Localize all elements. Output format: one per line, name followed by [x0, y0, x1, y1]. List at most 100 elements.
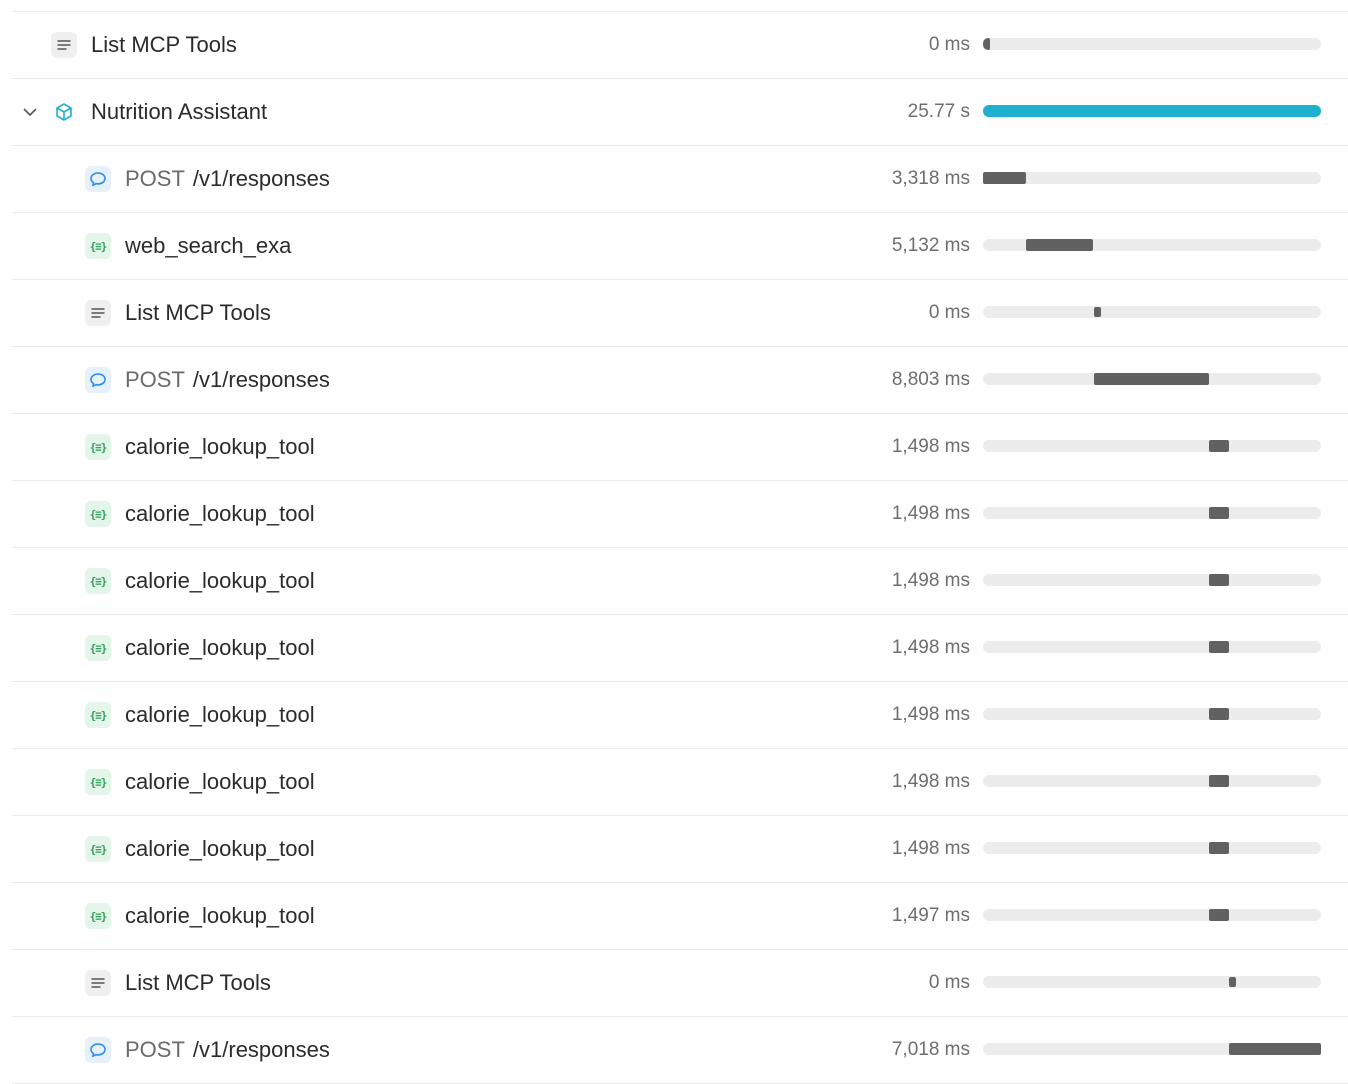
- timeline-bar: [983, 172, 1026, 184]
- span-duration: 1,498 ms: [891, 838, 970, 859]
- span-duration: 25.77 s: [907, 101, 970, 122]
- span-label: calorie_lookup_tool: [125, 769, 315, 794]
- span-row[interactable]: {≡} calorie_lookup_tool 1,497 ms: [12, 883, 1348, 950]
- svg-text:{≡}: {≡}: [90, 843, 107, 856]
- span-label: /v1/responses: [192, 1037, 330, 1062]
- timeline-bar: [1229, 1043, 1321, 1055]
- lines-icon: [85, 970, 111, 996]
- span-label: List MCP Tools: [125, 970, 271, 995]
- function-icon: {≡}: [85, 769, 111, 795]
- span-name: calorie_lookup_tool: [125, 903, 315, 929]
- span-row[interactable]: {≡} calorie_lookup_tool 1,498 ms: [12, 682, 1348, 749]
- span-label: calorie_lookup_tool: [125, 836, 315, 861]
- span-name: POST/v1/responses: [125, 367, 330, 393]
- span-row[interactable]: {≡} calorie_lookup_tool 1,498 ms: [12, 816, 1348, 883]
- timeline-track: [983, 976, 1321, 988]
- http-method: POST: [125, 166, 185, 191]
- span-row[interactable]: List MCP Tools 0 ms: [12, 12, 1348, 79]
- span-row[interactable]: {≡} calorie_lookup_tool 1,498 ms: [12, 749, 1348, 816]
- span-label: List MCP Tools: [91, 32, 237, 57]
- timeline-track: [983, 239, 1321, 251]
- trace-span-list: List MCP Tools 0 ms Nutrition Assistant 25.…: [12, 11, 1348, 1084]
- span-row[interactable]: POST/v1/responses 8,803 ms: [12, 347, 1348, 414]
- timeline-track: [983, 574, 1321, 586]
- span-name: calorie_lookup_tool: [125, 434, 315, 460]
- span-name: calorie_lookup_tool: [125, 769, 315, 795]
- span-name: List MCP Tools: [125, 970, 271, 996]
- span-row[interactable]: List MCP Tools 0 ms: [12, 950, 1348, 1017]
- svg-text:{≡}: {≡}: [90, 709, 107, 722]
- span-label: /v1/responses: [192, 367, 330, 392]
- function-icon: {≡}: [85, 635, 111, 661]
- http-method: POST: [125, 1037, 185, 1062]
- span-name: Nutrition Assistant: [91, 99, 267, 125]
- span-name: POST/v1/responses: [125, 1037, 330, 1063]
- function-icon: {≡}: [85, 434, 111, 460]
- timeline-track: [983, 373, 1321, 385]
- span-duration: 0 ms: [928, 302, 970, 323]
- timeline-track: [983, 105, 1321, 117]
- chat-bubble-icon: [85, 166, 111, 192]
- span-duration: 8,803 ms: [891, 369, 970, 390]
- span-duration: 5,132 ms: [891, 235, 970, 256]
- span-label: Nutrition Assistant: [91, 99, 268, 124]
- span-duration: 1,498 ms: [891, 570, 970, 591]
- span-duration: 0 ms: [928, 972, 970, 993]
- span-duration: 1,498 ms: [891, 704, 970, 725]
- timeline-track: [983, 172, 1321, 184]
- span-label: calorie_lookup_tool: [125, 501, 315, 526]
- span-label: List MCP Tools: [125, 300, 271, 325]
- timeline-track: [983, 775, 1321, 787]
- span-row[interactable]: {≡} web_search_exa 5,132 ms: [12, 213, 1348, 280]
- span-label: web_search_exa: [125, 233, 292, 258]
- span-duration: 1,498 ms: [891, 771, 970, 792]
- span-row[interactable]: {≡} calorie_lookup_tool 1,498 ms: [12, 414, 1348, 481]
- span-label: /v1/responses: [192, 166, 330, 191]
- span-row[interactable]: List MCP Tools 0 ms: [12, 280, 1348, 347]
- timeline-bar: [1209, 440, 1229, 452]
- cube-icon: [51, 99, 77, 125]
- chat-bubble-icon: [85, 367, 111, 393]
- svg-text:{≡}: {≡}: [90, 575, 107, 588]
- span-name: calorie_lookup_tool: [125, 702, 315, 728]
- timeline-bar: [1209, 842, 1229, 854]
- function-icon: {≡}: [85, 501, 111, 527]
- timeline-track: [983, 306, 1321, 318]
- chat-bubble-icon: [85, 1037, 111, 1063]
- span-duration: 7,018 ms: [891, 1039, 970, 1060]
- lines-icon: [85, 300, 111, 326]
- span-duration: 1,498 ms: [891, 436, 970, 457]
- span-label: calorie_lookup_tool: [125, 702, 315, 727]
- span-row[interactable]: POST/v1/responses 3,318 ms: [12, 146, 1348, 213]
- span-row[interactable]: {≡} calorie_lookup_tool 1,498 ms: [12, 615, 1348, 682]
- chevron-down-icon[interactable]: [22, 102, 38, 122]
- timeline-track: [983, 842, 1321, 854]
- span-row[interactable]: POST/v1/responses 7,018 ms: [12, 1017, 1348, 1084]
- span-name: List MCP Tools: [91, 32, 237, 58]
- timeline-bar: [983, 105, 1321, 117]
- timeline-bar: [1209, 574, 1229, 586]
- timeline-bar: [1209, 775, 1229, 787]
- span-label: calorie_lookup_tool: [125, 903, 315, 928]
- timeline-bar: [1209, 507, 1229, 519]
- timeline-track: [983, 909, 1321, 921]
- timeline-bar: [1209, 708, 1229, 720]
- function-icon: {≡}: [85, 903, 111, 929]
- svg-text:{≡}: {≡}: [90, 776, 107, 789]
- timeline-bar: [1209, 641, 1229, 653]
- lines-icon: [51, 32, 77, 58]
- http-method: POST: [125, 367, 185, 392]
- function-icon: {≡}: [85, 836, 111, 862]
- span-name: POST/v1/responses: [125, 166, 330, 192]
- span-label: calorie_lookup_tool: [125, 635, 315, 660]
- timeline-track: [983, 641, 1321, 653]
- span-row[interactable]: Nutrition Assistant 25.77 s: [12, 79, 1348, 146]
- span-row[interactable]: {≡} calorie_lookup_tool 1,498 ms: [12, 481, 1348, 548]
- timeline-track: [983, 38, 1321, 50]
- span-label: calorie_lookup_tool: [125, 434, 315, 459]
- span-duration: 1,498 ms: [891, 637, 970, 658]
- span-name: calorie_lookup_tool: [125, 635, 315, 661]
- timeline-bar: [1209, 909, 1229, 921]
- function-icon: {≡}: [85, 233, 111, 259]
- span-row[interactable]: {≡} calorie_lookup_tool 1,498 ms: [12, 548, 1348, 615]
